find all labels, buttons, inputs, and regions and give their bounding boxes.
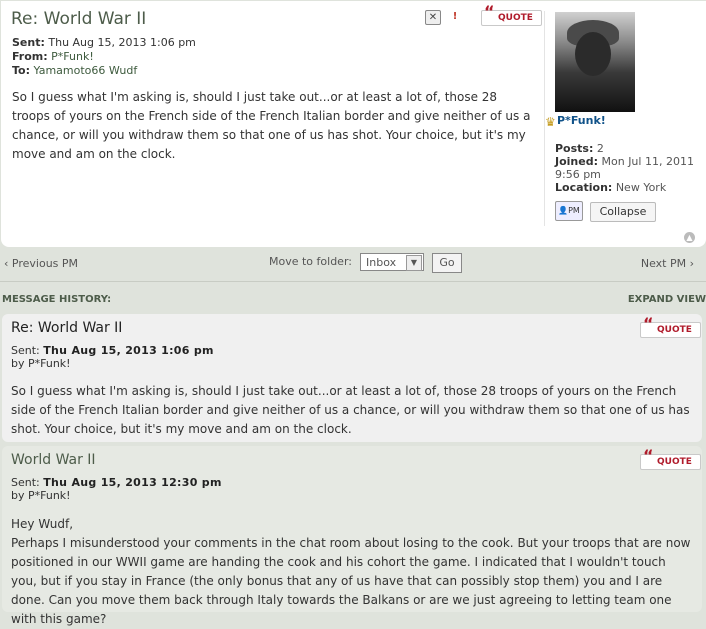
folder-selected-value: Inbox xyxy=(366,256,397,269)
back-to-top-icon[interactable]: ▲ xyxy=(684,232,695,243)
pm-body: So I guess what I'm asking is, should I … xyxy=(12,90,531,161)
pm-label: PM xyxy=(568,206,580,215)
history-author: by P*Funk! xyxy=(11,489,71,502)
pm-button[interactable]: 👤PM xyxy=(555,201,583,221)
history-message: World War II “ QUOTE Sent: Thu Aug 15, 2… xyxy=(2,446,702,626)
quote-label: QUOTE xyxy=(657,325,692,335)
expand-view-link[interactable]: EXPAND VIEW xyxy=(628,294,706,305)
quote-label: QUOTE xyxy=(657,457,692,467)
location-label: Location: xyxy=(555,181,613,194)
profile-username[interactable]: P*Funk! xyxy=(557,114,606,127)
previous-pm-link[interactable]: ‹ Previous PM xyxy=(4,257,78,270)
location-value: New York xyxy=(615,181,667,194)
history-body: Perhaps I misunderstood your comments in… xyxy=(11,536,691,626)
chevron-down-icon: ▼ xyxy=(406,255,422,271)
posts-value: 2 xyxy=(596,142,604,155)
history-author: by P*Funk! xyxy=(11,357,71,370)
sent-label: Sent: xyxy=(11,344,40,357)
crown-icon: ♛ xyxy=(545,115,556,129)
chevron-right-icon: › xyxy=(689,257,694,270)
history-meta: Sent: Thu Aug 15, 2013 1:06 pm by P*Funk… xyxy=(11,344,214,370)
collapse-button[interactable]: Collapse xyxy=(590,202,656,222)
avatar-face xyxy=(575,32,611,76)
author-profile: ♛ P*Funk! Posts: 2 Joined: Mon Jul 11, 2… xyxy=(544,11,705,226)
avatar xyxy=(555,12,635,112)
pm-meta: Sent: Thu Aug 15, 2013 1:06 pm From: P*F… xyxy=(12,36,196,78)
next-pm-link[interactable]: Next PM › xyxy=(641,257,694,270)
sent-value: Thu Aug 15, 2013 12:30 pm xyxy=(43,476,222,489)
quote-icon: “ xyxy=(484,2,495,21)
quote-button[interactable]: “ QUOTE xyxy=(481,4,542,26)
joined-label: Joined: xyxy=(555,155,598,168)
pm-navigation: ‹ Previous PM Move to folder: Inbox ▼ Go… xyxy=(0,250,706,280)
history-message: Re: World War II “ QUOTE Sent: Thu Aug 1… xyxy=(2,314,702,442)
history-meta: Sent: Thu Aug 15, 2013 12:30 pm by P*Fun… xyxy=(11,476,222,502)
quote-button[interactable]: “ QUOTE xyxy=(640,448,701,470)
sent-label: Sent: xyxy=(11,476,40,489)
report-icon[interactable]: ! xyxy=(448,10,462,23)
next-pm-label: Next PM xyxy=(640,257,687,270)
posts-label: Posts: xyxy=(555,142,594,155)
sent-value: Thu Aug 15, 2013 1:06 pm xyxy=(43,344,214,357)
to-label: To: xyxy=(12,64,30,77)
current-pm-panel: Re: World War II ✕ ! “ QUOTE Sent: Thu A… xyxy=(1,1,706,247)
quote-icon: “ xyxy=(643,314,654,333)
quote-label: QUOTE xyxy=(498,13,533,23)
quote-icon: “ xyxy=(643,446,654,465)
from-user-link[interactable]: P*Funk! xyxy=(51,50,94,63)
message-history-bar: MESSAGE HISTORY: EXPAND VIEW xyxy=(0,281,706,310)
chevron-left-icon: ‹ xyxy=(4,257,9,270)
sent-label: Sent: xyxy=(12,36,45,49)
history-body: So I guess what I'm asking is, should I … xyxy=(11,384,690,436)
pm-icon: 👤 xyxy=(558,206,569,215)
move-folder-label: Move to folder: xyxy=(269,255,352,268)
go-button[interactable]: Go xyxy=(432,253,462,273)
folder-select[interactable]: Inbox ▼ xyxy=(360,253,424,271)
pm-title: Re: World War II xyxy=(11,9,147,29)
to-user-link[interactable]: Yamamoto66 Wudf xyxy=(34,64,138,77)
profile-stats: Posts: 2 Joined: Mon Jul 11, 2011 9:56 p… xyxy=(555,142,705,194)
history-greeting: Hey Wudf, xyxy=(11,517,74,531)
sent-value: Thu Aug 15, 2013 1:06 pm xyxy=(48,36,196,49)
previous-pm-label: Previous PM xyxy=(11,257,79,270)
history-title: World War II xyxy=(11,452,96,468)
message-history-label: MESSAGE HISTORY: xyxy=(2,294,112,305)
history-title: Re: World War II xyxy=(11,320,123,336)
quote-button[interactable]: “ QUOTE xyxy=(640,316,701,338)
delete-icon[interactable]: ✕ xyxy=(425,10,441,25)
from-label: From: xyxy=(12,50,48,63)
